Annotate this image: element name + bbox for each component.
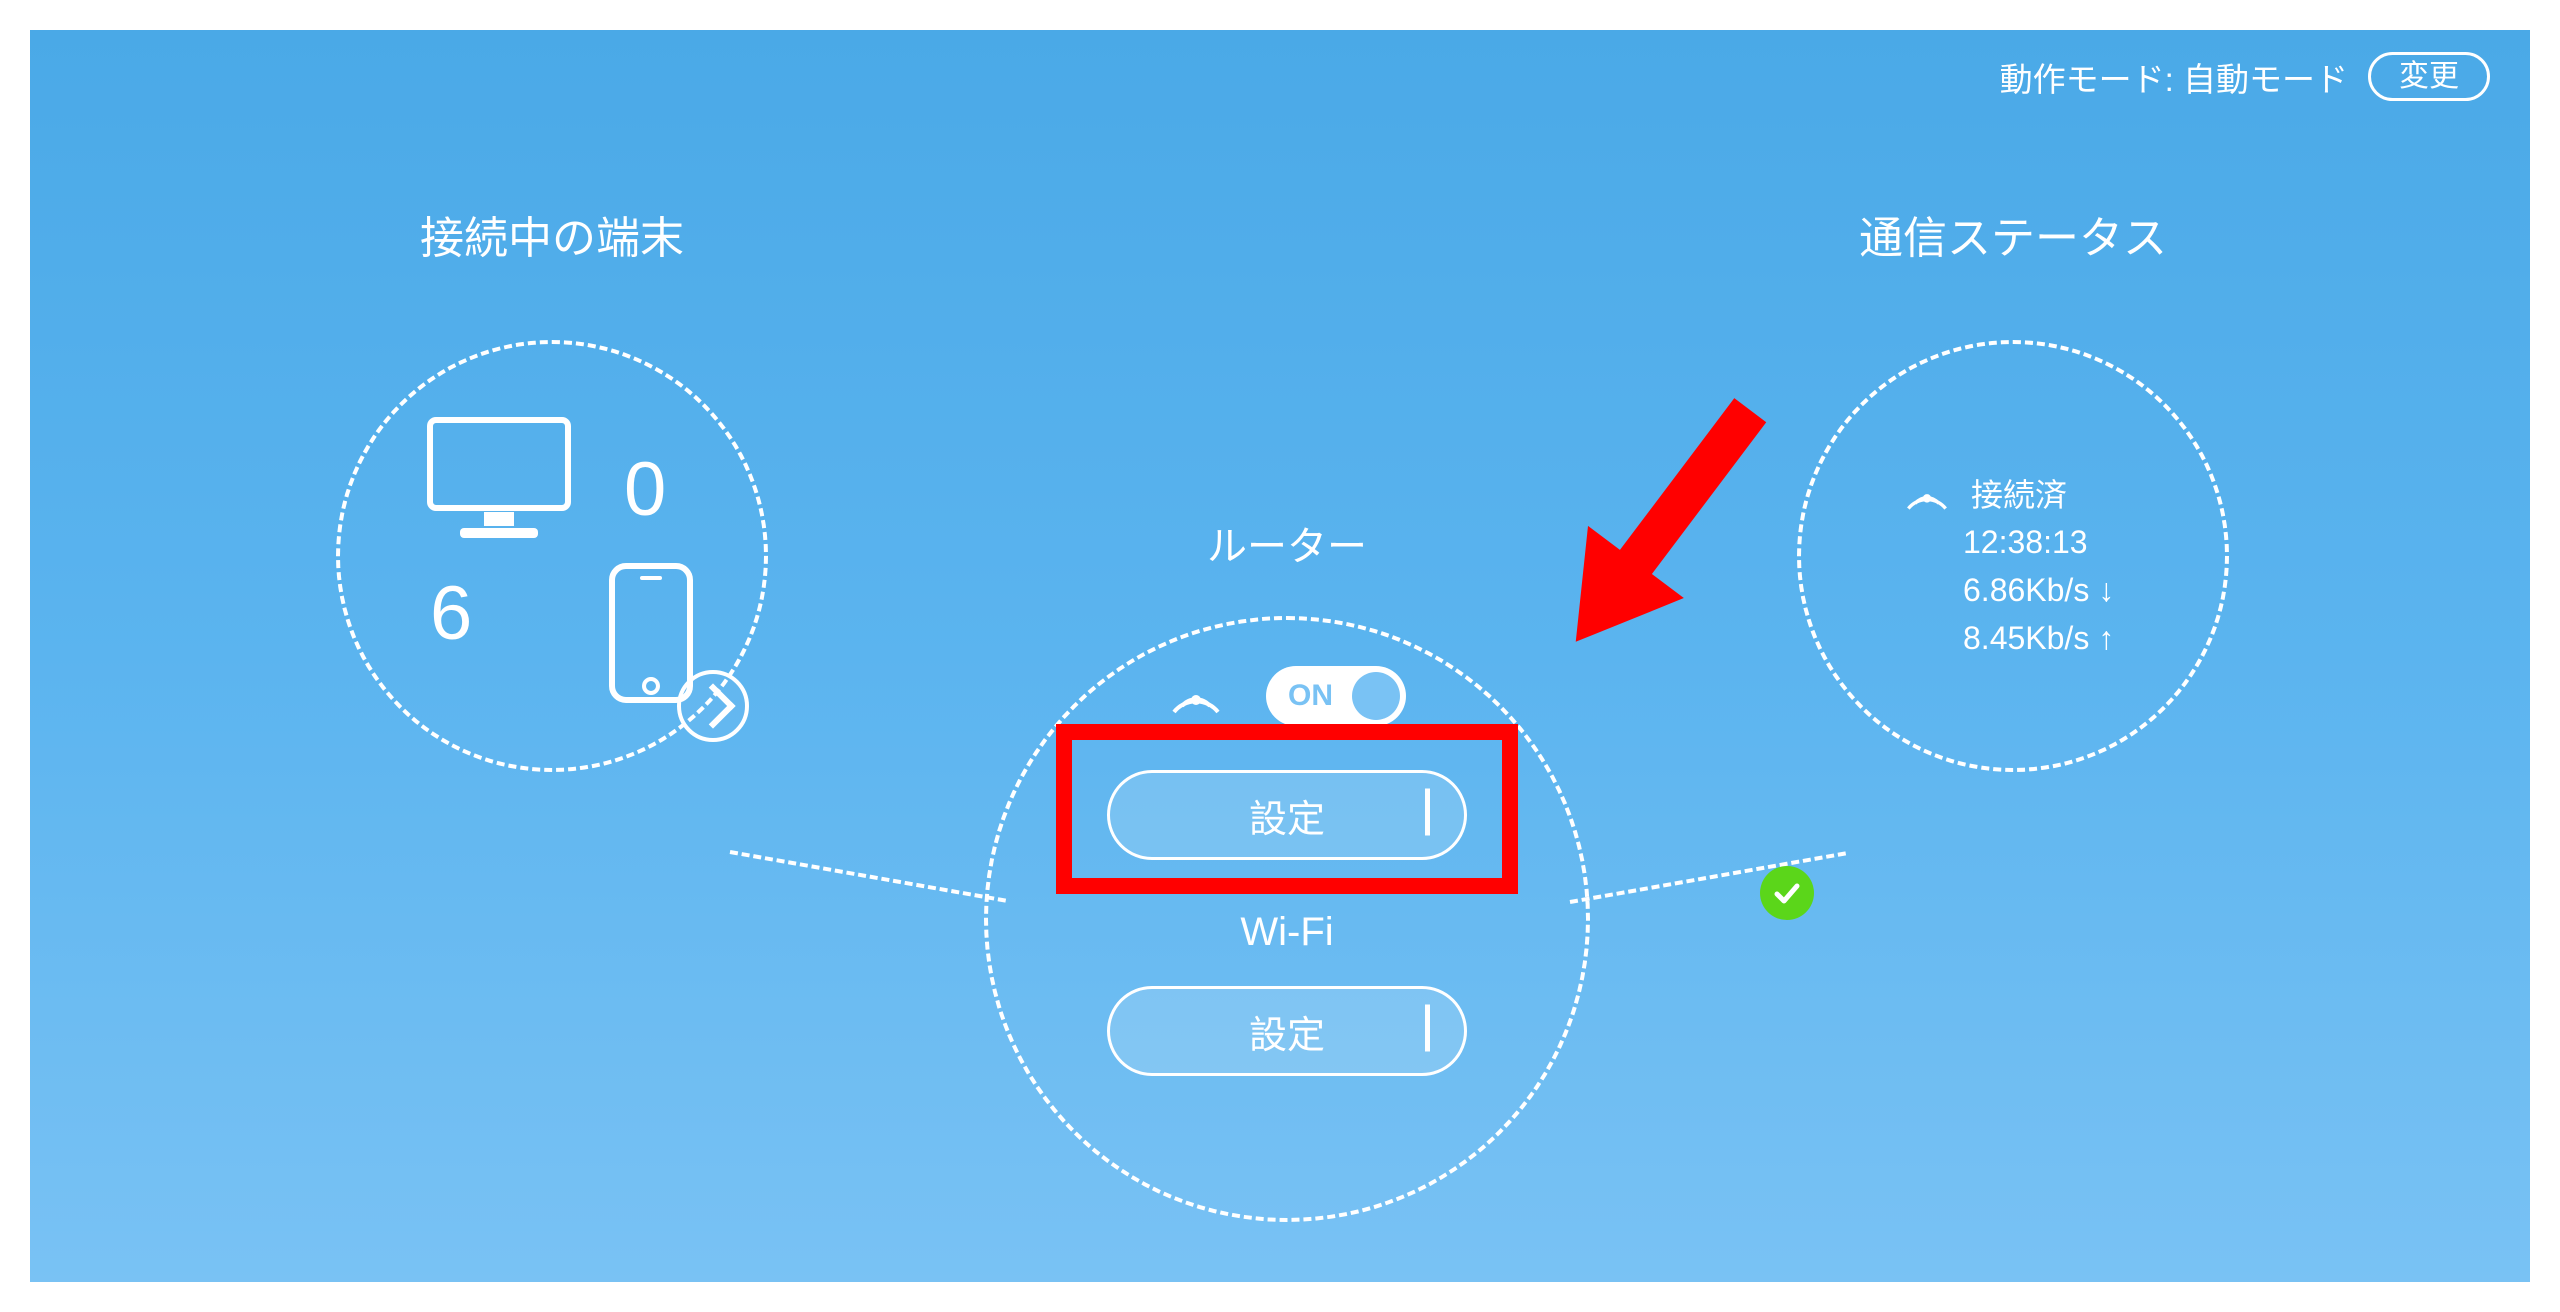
router-settings-label: 設定 (1110, 788, 1464, 843)
connected-devices-title: 接続中の端末 (420, 202, 684, 266)
router-power-toggle[interactable]: ON (1266, 666, 1406, 726)
status-ok-badge (1760, 866, 1814, 920)
upload-rate: 8.45Kb/s ↑ (1963, 620, 2114, 657)
mobile-count: 6 (430, 570, 472, 657)
check-icon (1771, 877, 1803, 909)
desktop-icon (424, 414, 574, 549)
chevron-right-icon (1425, 1010, 1430, 1053)
chevron-right-icon (1425, 794, 1430, 837)
wifi-settings-label: 設定 (1110, 1004, 1464, 1059)
top-row: 動作モード: 自動モード 変更 (2000, 52, 2490, 101)
connection-status-label: 接続済 (1971, 470, 2067, 516)
toggle-on-label: ON (1288, 679, 1333, 713)
connection-duration: 12:38:13 (1963, 524, 2088, 561)
router-settings-button[interactable]: 設定 (1107, 770, 1467, 860)
router-title: ルーター (1207, 514, 1367, 572)
connector-left (730, 850, 1006, 903)
toggle-knob (1352, 672, 1400, 720)
router-admin-panel: 動作モード: 自動モード 変更 接続中の端末 通信ステータス ルーター Wi-F… (30, 30, 2530, 1282)
status-contents: 接続済 12:38:13 6.86Kb/s ↓ 8.45Kb/s ↑ (1797, 340, 2229, 772)
antenna-icon (1170, 670, 1222, 727)
connection-status-title: 通信ステータス (1859, 202, 2167, 266)
chevron-right-icon (690, 683, 735, 728)
devices-details-button[interactable] (677, 670, 749, 742)
change-mode-button[interactable]: 変更 (2368, 52, 2490, 101)
annotation-arrow-icon (1530, 340, 1790, 725)
desktop-count: 0 (624, 446, 666, 533)
wifi-settings-button[interactable]: 設定 (1107, 986, 1467, 1076)
download-rate: 6.86Kb/s ↓ (1963, 572, 2114, 609)
operation-mode-label: 動作モード: 自動モード (2000, 53, 2348, 101)
